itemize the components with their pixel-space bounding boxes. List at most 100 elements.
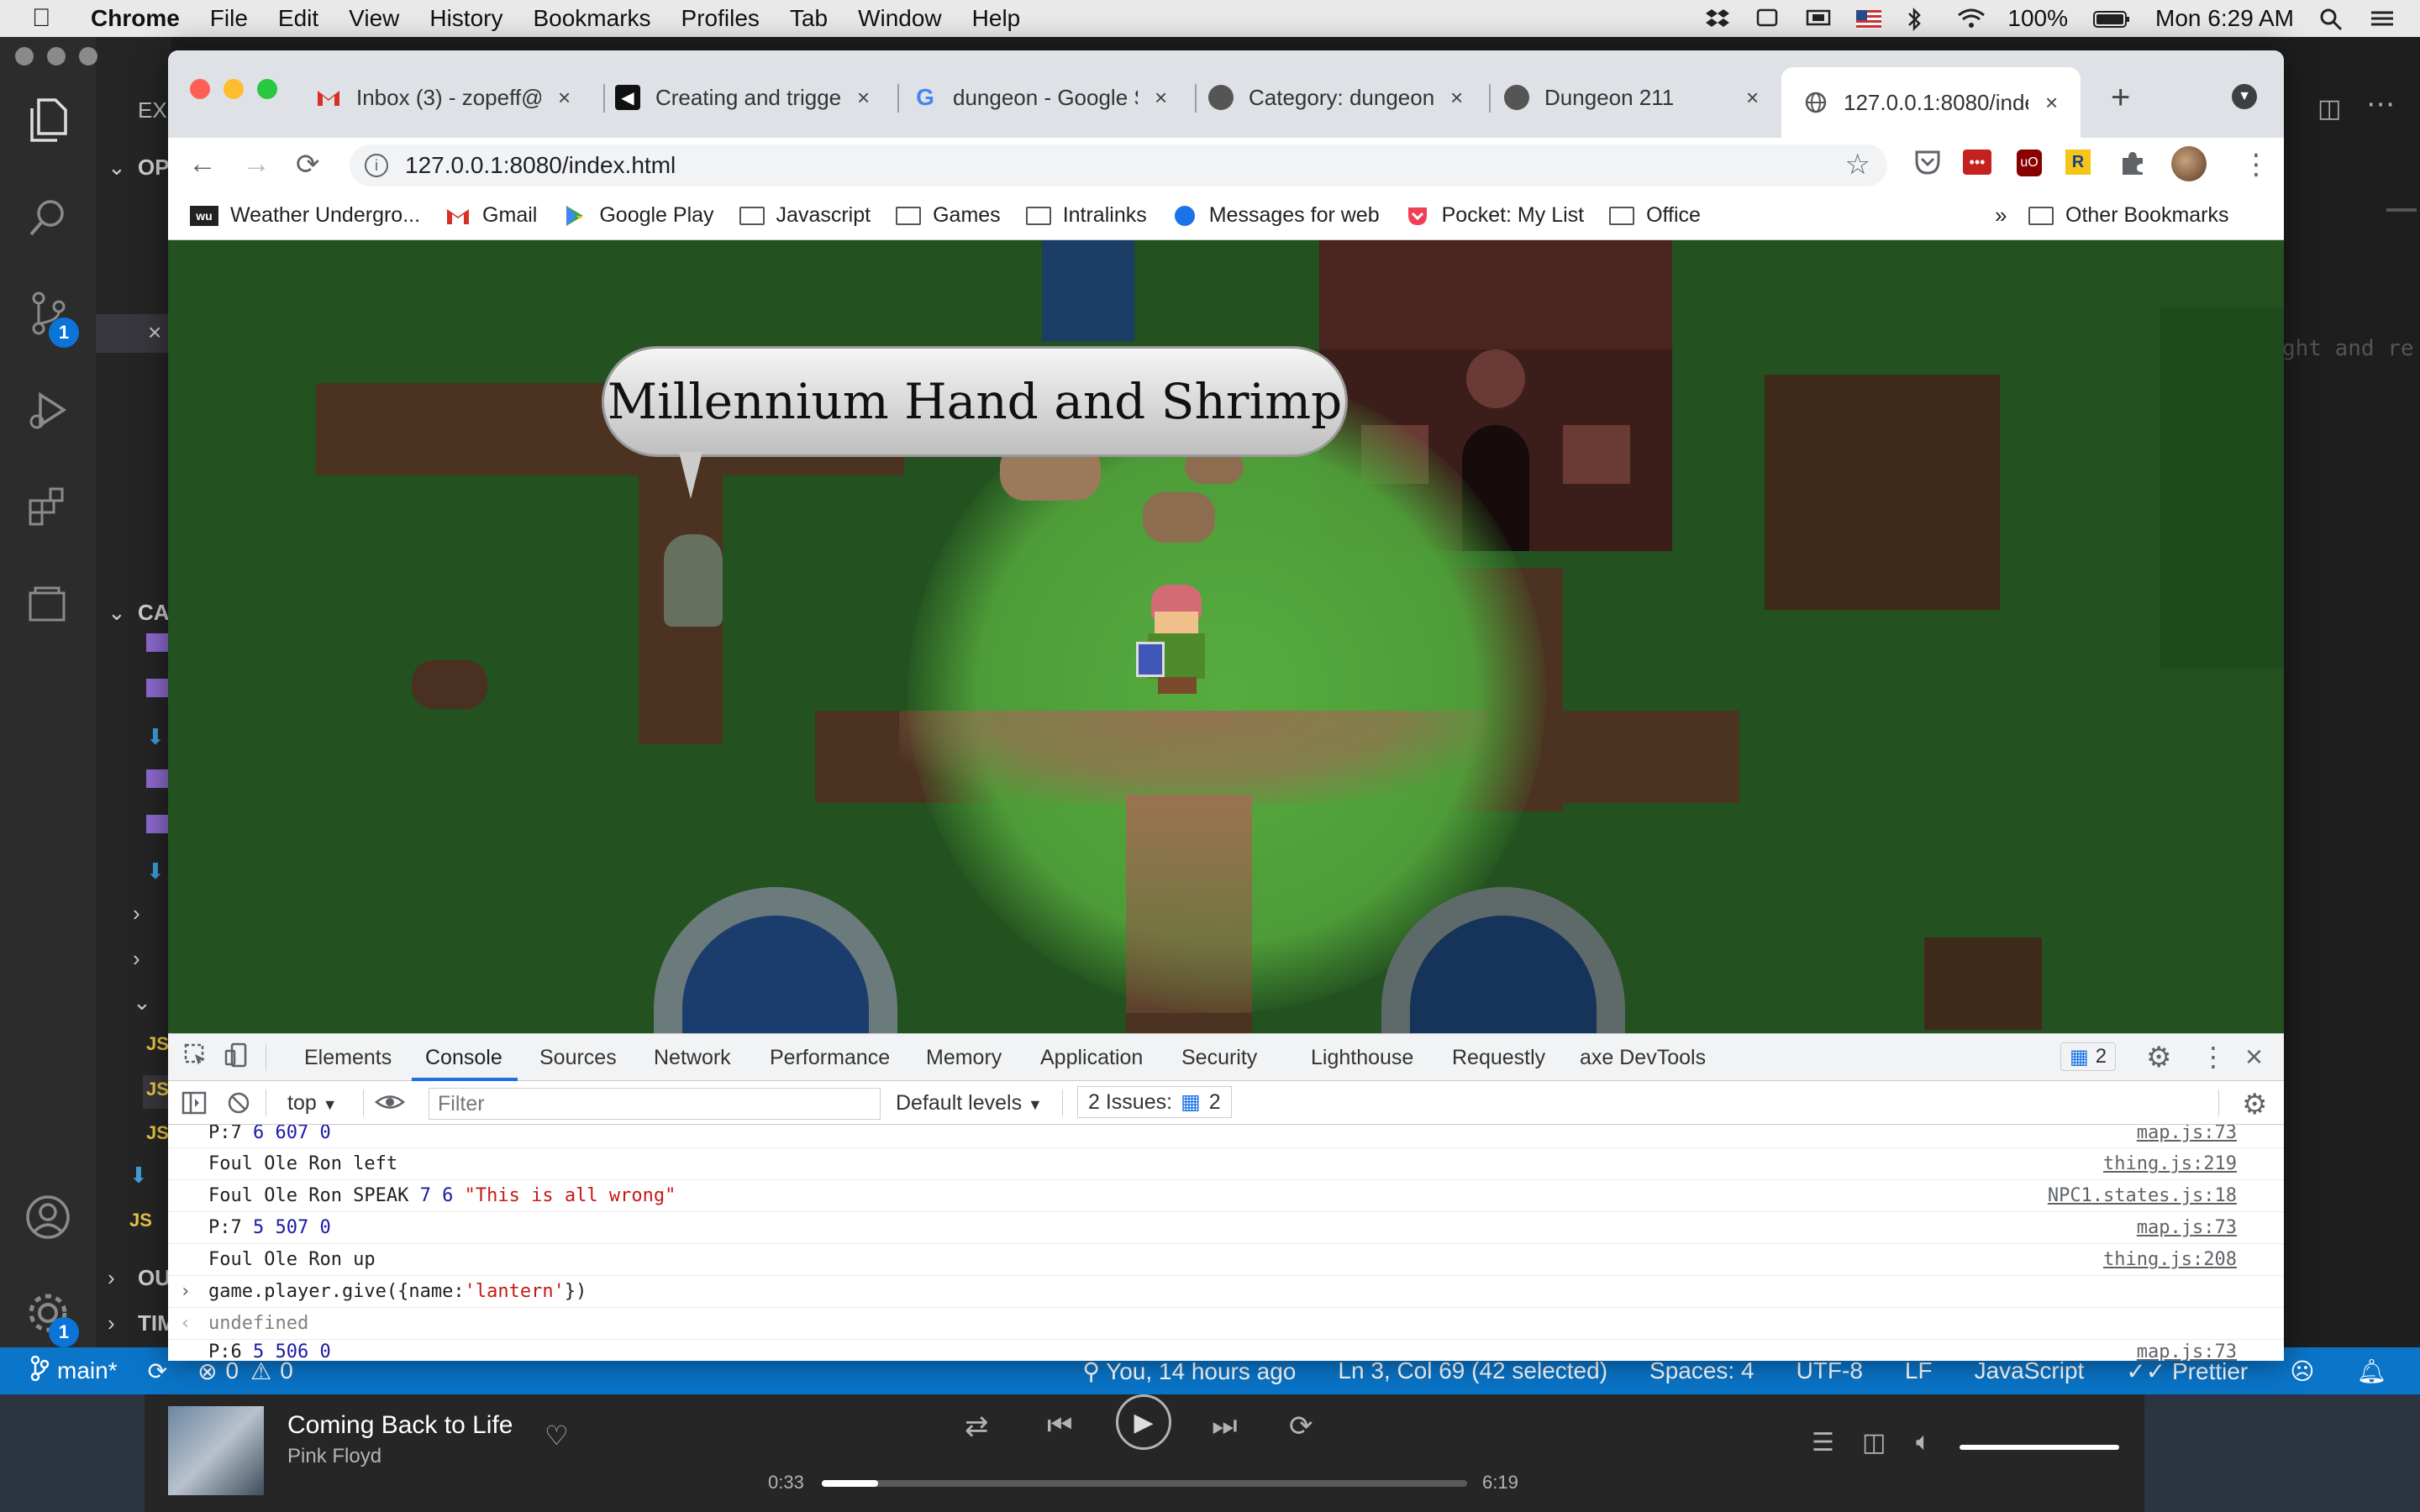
log-levels-select[interactable]: Default levels ▼ <box>896 1091 1043 1116</box>
previous-track-icon[interactable]: ⏮︎ <box>1047 1410 1073 1442</box>
git-branch[interactable]: main* <box>57 1357 118 1384</box>
tab-search-chevron-icon[interactable]: ▼ <box>2232 84 2257 109</box>
live-expression-eye-icon[interactable] <box>375 1089 405 1121</box>
extensions-puzzle-icon[interactable] <box>2119 150 2146 184</box>
bookmark-folder-office[interactable]: Office <box>1609 203 1701 228</box>
spotlight-search-icon[interactable] <box>2319 8 2344 31</box>
chevron-right-icon[interactable]: › <box>133 946 140 972</box>
sidebar-toggle-icon[interactable] <box>182 1091 207 1121</box>
console-source-link[interactable]: thing.js:219 <box>2103 1148 2237 1180</box>
vscode-zoom-button[interactable] <box>79 47 97 66</box>
devtools-menu-icon[interactable]: ⋮ <box>2200 1041 2227 1073</box>
chevron-down-icon[interactable]: ⌄ <box>108 600 126 626</box>
reload-icon[interactable]: ⟳ <box>296 148 320 181</box>
error-count[interactable]: 0 <box>226 1357 239 1384</box>
chevron-down-icon[interactable]: ⌄ <box>108 155 126 181</box>
menu-history[interactable]: History <box>429 5 502 32</box>
tab-creating-trigger[interactable]: ◀ Creating and trigger × <box>615 74 870 121</box>
menubar-clock[interactable]: Mon 6:29 AM <box>2155 5 2294 32</box>
menu-help[interactable]: Help <box>972 5 1021 32</box>
tab-requestly[interactable]: Requestly <box>1452 1046 1545 1070</box>
tab-dungeon-211[interactable]: Dungeon 211 × <box>1504 74 1759 121</box>
outline-heading[interactable]: OU <box>138 1265 171 1291</box>
menu-view[interactable]: View <box>349 5 399 32</box>
album-art[interactable] <box>168 1406 264 1495</box>
branch-icon[interactable] <box>30 1355 50 1387</box>
menu-app-chrome[interactable]: Chrome <box>91 5 180 32</box>
tab-localhost-active[interactable]: 127.0.0.1:8080/inde × <box>1781 67 2081 138</box>
ublock-extension-icon[interactable]: uO <box>2017 150 2042 176</box>
account-icon[interactable] <box>24 1193 72 1242</box>
bookmark-gmail[interactable]: Gmail <box>445 203 537 228</box>
repeat-icon[interactable]: ⟳ <box>1289 1410 1313 1443</box>
heart-icon[interactable]: ♡ <box>544 1420 569 1452</box>
chrome-menu-icon[interactable]: ⋮ <box>2242 148 2270 181</box>
git-blame[interactable]: ⚲ You, 14 hours ago <box>1082 1357 1296 1385</box>
encoding[interactable]: UTF-8 <box>1797 1357 1863 1384</box>
queue-icon[interactable]: ☰ <box>1812 1428 1834 1457</box>
bell-icon[interactable]: 🔔︎ <box>2356 1357 2386 1385</box>
console-source-link[interactable]: map.js:73 <box>2137 1212 2237 1244</box>
url-text[interactable]: 127.0.0.1:8080/index.html <box>405 152 676 179</box>
window-zoom-button[interactable] <box>257 79 277 99</box>
tab-inbox[interactable]: Inbox (3) - zopeff@ × <box>316 74 571 121</box>
line-ending[interactable]: LF <box>1905 1357 1933 1384</box>
menu-bookmarks[interactable]: Bookmarks <box>533 5 650 32</box>
dropbox-icon[interactable] <box>1705 8 1730 29</box>
js-file-icon[interactable]: JS <box>146 1122 169 1144</box>
bookmark-google-play[interactable]: Google Play <box>562 203 714 228</box>
game-canvas[interactable]: Millennium Hand and Shrimp <box>168 240 2284 1033</box>
close-devtools-icon[interactable]: × <box>2245 1039 2263 1074</box>
window-close-button[interactable] <box>190 79 210 99</box>
play-button[interactable]: ▶ <box>1116 1394 1171 1450</box>
apple-icon[interactable]:  <box>32 4 66 33</box>
song-title[interactable]: Coming Back to Life <box>287 1411 513 1440</box>
tab-google-search[interactable]: G dungeon - Google S × <box>913 74 1167 121</box>
remote-explorer-icon[interactable] <box>24 580 72 628</box>
clear-console-icon[interactable] <box>227 1091 250 1121</box>
volume-icon[interactable]: 🔈︎ <box>1916 1428 1931 1457</box>
tab-close-icon[interactable]: × <box>558 85 571 111</box>
console-source-link[interactable]: NPC1.states.js:18 <box>2048 1180 2237 1212</box>
tab-close-icon[interactable]: × <box>1746 85 1759 111</box>
issues-button[interactable]: 2 Issues: ▦ 2 <box>1077 1086 1232 1118</box>
language-mode[interactable]: JavaScript <box>1975 1357 2085 1384</box>
device-toolbar-icon[interactable] <box>224 1042 249 1074</box>
image-file-icon[interactable] <box>146 679 168 697</box>
console-filter-input[interactable]: Filter <box>429 1088 881 1120</box>
image-file-icon[interactable] <box>146 633 168 652</box>
tab-close-icon[interactable]: × <box>857 85 870 111</box>
tab-elements[interactable]: Elements <box>304 1046 392 1070</box>
menu-file[interactable]: File <box>210 5 248 32</box>
explorer-icon[interactable] <box>24 96 72 144</box>
run-debug-icon[interactable] <box>24 386 72 435</box>
new-tab-plus-icon[interactable]: + <box>2111 79 2130 117</box>
player-character[interactable] <box>1136 585 1217 694</box>
js-file-icon[interactable]: JS <box>146 1079 169 1100</box>
js-file-icon[interactable]: JS <box>146 1033 169 1055</box>
profile-avatar[interactable] <box>2171 146 2207 181</box>
download-file-icon[interactable]: ⬇ <box>146 724 165 749</box>
chevron-right-icon[interactable]: › <box>133 900 140 927</box>
open-editors-heading[interactable]: OP <box>138 155 170 181</box>
console-source-link[interactable]: map.js:73 <box>2137 1340 2237 1361</box>
error-icon[interactable]: ⊗ <box>197 1357 217 1385</box>
console-source-link[interactable]: thing.js:208 <box>2103 1244 2237 1276</box>
js-file-icon[interactable]: JS <box>129 1210 152 1231</box>
pocket-extension-icon[interactable] <box>1914 150 1941 182</box>
close-icon[interactable]: × <box>148 319 161 346</box>
feedback-icon[interactable]: ☹ <box>2290 1357 2314 1385</box>
menu-tab[interactable]: Tab <box>790 5 828 32</box>
split-editor-icon[interactable]: ◫ <box>2317 94 2341 123</box>
tab-application[interactable]: Application <box>1040 1046 1143 1070</box>
chevron-right-icon[interactable]: › <box>108 1310 115 1336</box>
issues-counter-button[interactable]: ▦ 2 <box>2060 1042 2117 1071</box>
tab-category-dungeon[interactable]: Category: dungeon × <box>1208 74 1463 121</box>
bluetooth-icon[interactable] <box>1907 7 1932 32</box>
npc-character[interactable] <box>664 534 723 627</box>
forward-arrow-icon[interactable]: → <box>242 148 271 181</box>
bookmark-star-icon[interactable]: ☆ <box>1845 148 1870 181</box>
tab-console[interactable]: Console <box>425 1046 502 1070</box>
menu-edit[interactable]: Edit <box>278 5 318 32</box>
tab-network[interactable]: Network <box>654 1046 731 1070</box>
